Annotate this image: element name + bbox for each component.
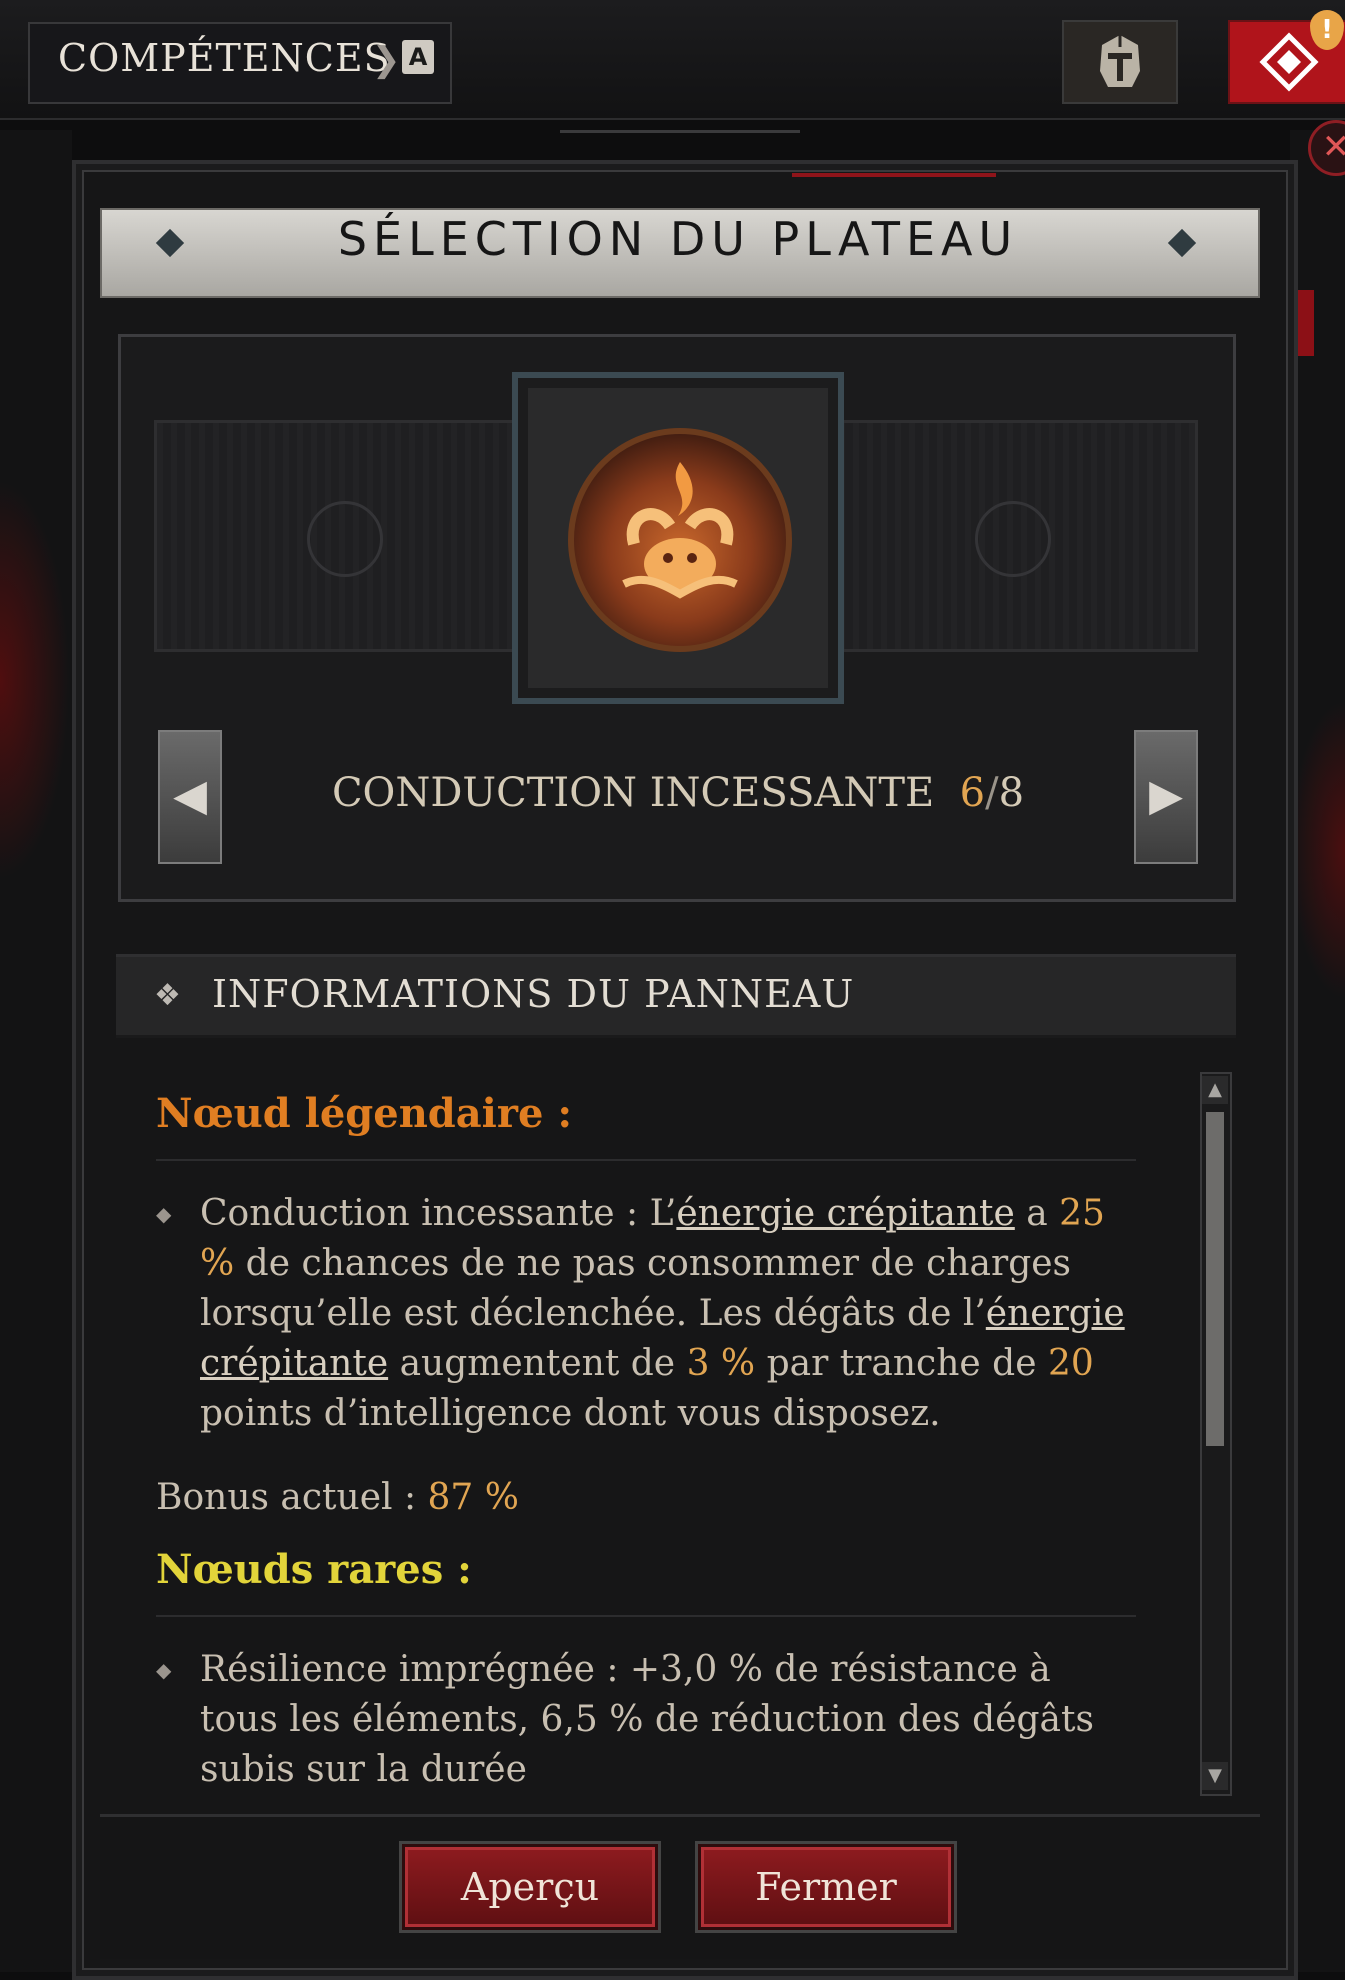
right-background xyxy=(1290,130,1345,1972)
current-bonus-value: 87 % xyxy=(427,1477,519,1518)
board-name-row: CONDUCTION INCESSANTE 6/8 xyxy=(0,770,1345,816)
dialog-title: SÉLECTION DU PLATEAU xyxy=(337,212,1019,266)
current-bonus: Bonus actuel : 87 % xyxy=(156,1477,1136,1518)
current-bonus-label: Bonus actuel : xyxy=(156,1477,428,1518)
rare-node-text: Résilience imprégnée : +3,0 % de résista… xyxy=(200,1649,1094,1790)
bullet-icon: ◆ xyxy=(156,1658,172,1682)
legendary-node-name: Conduction incessante : L’ xyxy=(200,1193,677,1234)
scroll-down-icon[interactable]: ▼ xyxy=(1202,1762,1228,1790)
crackling-energy-link[interactable]: énergie crépitante xyxy=(676,1193,1014,1234)
board-name: CONDUCTION INCESSANTE xyxy=(331,770,935,816)
info-content: Nœud légendaire : ◆ Conduction incessant… xyxy=(156,1090,1136,1795)
rare-nodes-title: Nœuds rares : xyxy=(156,1546,472,1593)
four-diamond-icon: ❖ xyxy=(154,978,181,1013)
dialog-footer xyxy=(100,1814,1260,1959)
right-glow xyxy=(1290,700,1345,1000)
fire-ram-emblem-icon xyxy=(568,428,792,652)
bullet-icon: ◆ xyxy=(156,1202,172,1226)
helm-icon xyxy=(1100,35,1140,87)
left-background xyxy=(0,130,72,1972)
preview-button[interactable]: Aperçu xyxy=(402,1844,658,1930)
board-index-total: 8 xyxy=(998,770,1025,816)
key-hint-badge: A xyxy=(402,40,434,74)
damage-percent-value: 3 % xyxy=(686,1343,756,1384)
scroll-up-icon[interactable]: ▲ xyxy=(1202,1076,1228,1104)
board-index-separator: / xyxy=(985,770,999,816)
divider xyxy=(156,1159,1136,1161)
panel-ornament-red xyxy=(792,173,996,177)
legendary-node-title: Nœud légendaire : xyxy=(156,1090,573,1137)
scrollbar-thumb[interactable] xyxy=(1206,1112,1224,1446)
rare-node-item: ◆ Résilience imprégnée : +3,0 % de résis… xyxy=(156,1645,1136,1795)
board-index-current: 6 xyxy=(959,770,986,816)
left-glow xyxy=(0,480,70,880)
skills-tab-label: COMPÉTENCES xyxy=(58,36,391,80)
etched-panel-left xyxy=(154,420,530,652)
panel-ornament xyxy=(560,130,800,173)
etched-panel-right xyxy=(822,420,1198,652)
diamond-icon xyxy=(1258,32,1319,92)
intelligence-step-value: 20 xyxy=(1047,1343,1094,1384)
divider xyxy=(156,1615,1136,1617)
character-helm-button[interactable] xyxy=(1062,20,1178,104)
close-button[interactable]: Fermer xyxy=(698,1844,954,1930)
legendary-node-item: ◆ Conduction incessante : L’énergie crép… xyxy=(156,1189,1136,1439)
chevron-right-icon: ❯ xyxy=(372,40,401,80)
info-header-title: INFORMATIONS DU PANNEAU xyxy=(212,972,855,1016)
